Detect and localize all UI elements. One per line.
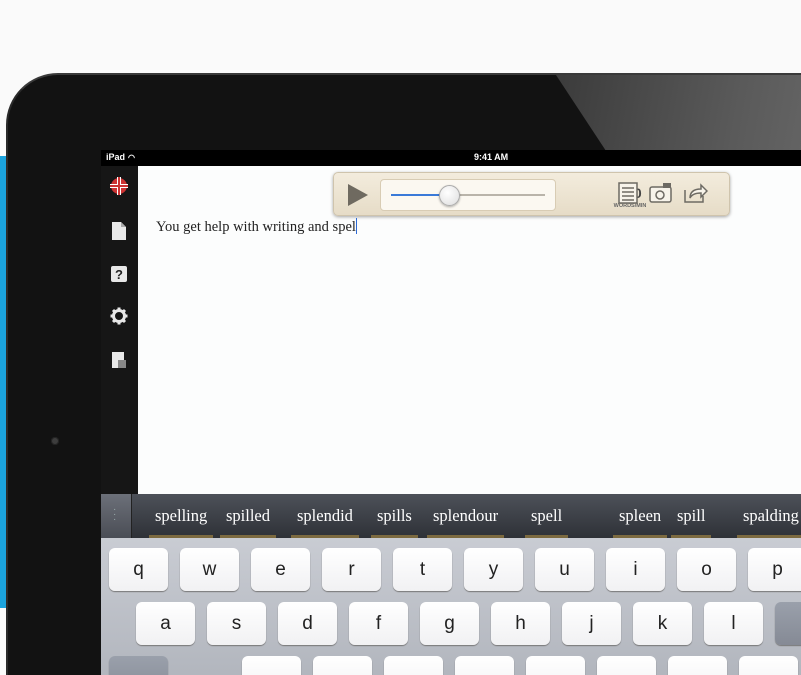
play-button[interactable] <box>348 184 368 206</box>
gear-icon-graphic <box>110 307 128 325</box>
suggestion-item[interactable]: spills <box>371 494 418 538</box>
document-text-content: You get help with writing and spel <box>156 219 356 235</box>
text-caret <box>355 218 358 234</box>
screen-glare <box>556 75 801 157</box>
pages-icon[interactable] <box>109 350 129 370</box>
key-row3-partial[interactable] <box>384 656 443 675</box>
gear-icon[interactable] <box>109 306 129 326</box>
device-label: iPad <box>106 152 126 162</box>
document-icon[interactable] <box>109 221 129 241</box>
key-row3-partial[interactable] <box>455 656 514 675</box>
key-row3-partial[interactable] <box>242 656 301 675</box>
key-t[interactable]: t <box>393 548 452 591</box>
document-text: You get help with writing and spel <box>156 218 358 236</box>
help-icon[interactable]: ? <box>109 264 129 284</box>
suggestion-item[interactable]: splendour <box>427 494 505 538</box>
drag-handle-icon: · · · <box>113 504 117 525</box>
key-h[interactable]: h <box>491 602 550 645</box>
word-suggestion-bar: · · · spelling spilled splendid spills splendo… <box>101 494 801 538</box>
suggestion-item[interactable]: spill <box>671 494 712 538</box>
document-icon-graphic <box>112 222 126 240</box>
svg-text:?: ? <box>115 267 123 282</box>
key-r[interactable]: r <box>322 548 381 591</box>
suggestion-item[interactable]: spell <box>525 494 569 538</box>
return-key[interactable] <box>775 602 801 645</box>
key-p[interactable]: p <box>748 548 801 591</box>
camera-icon[interactable] <box>649 182 675 206</box>
flag-icon[interactable] <box>109 176 129 196</box>
shift-key[interactable] <box>109 656 168 675</box>
key-g[interactable]: g <box>420 602 479 645</box>
key-row3-partial[interactable] <box>597 656 656 675</box>
speech-toolbar: 180 WORDS/MIN <box>333 172 730 216</box>
status-time: 9:41 AM <box>474 152 509 162</box>
suggestion-bar-handle[interactable]: · · · <box>101 494 132 538</box>
key-k[interactable]: k <box>633 602 692 645</box>
suggestion-item[interactable]: spilled <box>220 494 276 538</box>
key-d[interactable]: d <box>278 602 337 645</box>
key-f[interactable]: f <box>349 602 408 645</box>
key-w[interactable]: w <box>180 548 239 591</box>
key-row3-partial[interactable] <box>526 656 585 675</box>
share-icon-graphic <box>684 183 709 203</box>
key-row3-partial[interactable] <box>313 656 372 675</box>
key-y[interactable]: y <box>464 548 523 591</box>
share-icon[interactable] <box>682 182 709 206</box>
key-u[interactable]: u <box>535 548 594 591</box>
speed-slider[interactable]: 180 WORDS/MIN <box>380 179 646 211</box>
flag-icon-graphic <box>110 177 128 195</box>
status-device: iPad ◠ <box>106 152 135 162</box>
camera-lens <box>51 437 59 445</box>
key-j[interactable]: j <box>562 602 621 645</box>
suggestion-item[interactable]: splendid <box>291 494 359 538</box>
camera-icon-graphic <box>649 183 672 203</box>
text-view-icon-graphic <box>618 182 638 204</box>
text-view-icon[interactable] <box>616 182 642 206</box>
key-i[interactable]: i <box>606 548 665 591</box>
on-screen-keyboard: qwertyuiop asdfghjkl <box>101 538 801 675</box>
suggestion-item[interactable]: spleen <box>613 494 668 538</box>
suggestion-item[interactable]: spalding <box>737 494 801 538</box>
suggestion-item[interactable]: spelling <box>149 494 214 538</box>
wifi-icon: ◠ <box>128 153 135 162</box>
key-q[interactable]: q <box>109 548 168 591</box>
ipad-device-frame: iPad ◠ 9:41 AM ? WORDS/MIN You get help … <box>6 73 801 675</box>
slider-thumb[interactable] <box>439 185 460 206</box>
help-icon-graphic: ? <box>111 266 127 282</box>
key-s[interactable]: s <box>207 602 266 645</box>
key-row3-partial[interactable] <box>668 656 727 675</box>
document-area[interactable]: 180 WORDS/MIN You get help with writing … <box>138 166 801 494</box>
slider-track <box>449 194 545 196</box>
status-bar: iPad ◠ 9:41 AM <box>101 150 801 166</box>
key-row3-partial[interactable] <box>739 656 798 675</box>
key-l[interactable]: l <box>704 602 763 645</box>
pages-icon-graphic <box>112 352 126 368</box>
key-e[interactable]: e <box>251 548 310 591</box>
key-a[interactable]: a <box>136 602 195 645</box>
key-o[interactable]: o <box>677 548 736 591</box>
sidebar: ? <box>101 166 138 494</box>
ipad-screen: iPad ◠ 9:41 AM ? WORDS/MIN You get help … <box>101 150 801 675</box>
